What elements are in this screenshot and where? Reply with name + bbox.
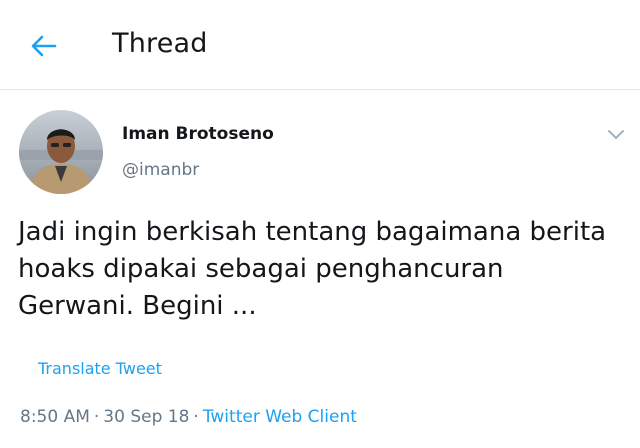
tweet-text: Jadi ingin berkisah tentang bagaimana be…: [18, 217, 607, 321]
meta-separator: ·: [193, 407, 199, 427]
top-bar: Thread: [0, 0, 640, 90]
translate-tweet-link[interactable]: Translate Tweet: [38, 359, 162, 378]
tweet-metadata: 8:50 AM · 30 Sep 18 · Twitter Web Client: [20, 407, 357, 427]
author-handle[interactable]: @imanbr: [122, 160, 199, 180]
avatar-image: [19, 110, 103, 194]
meta-separator: ·: [93, 407, 100, 427]
page-title: Thread: [112, 28, 208, 59]
tweet-date: 30 Sep 18: [103, 407, 190, 427]
author-name[interactable]: Iman Brotoseno: [122, 124, 274, 144]
arrow-left-icon: [31, 35, 57, 57]
avatar[interactable]: [19, 110, 103, 194]
chevron-down-icon: [608, 129, 624, 139]
tweet-client-link[interactable]: Twitter Web Client: [203, 407, 357, 427]
back-button[interactable]: [26, 30, 62, 62]
tweet-time: 8:50 AM: [20, 407, 90, 427]
tweet-menu-button[interactable]: [604, 124, 628, 144]
